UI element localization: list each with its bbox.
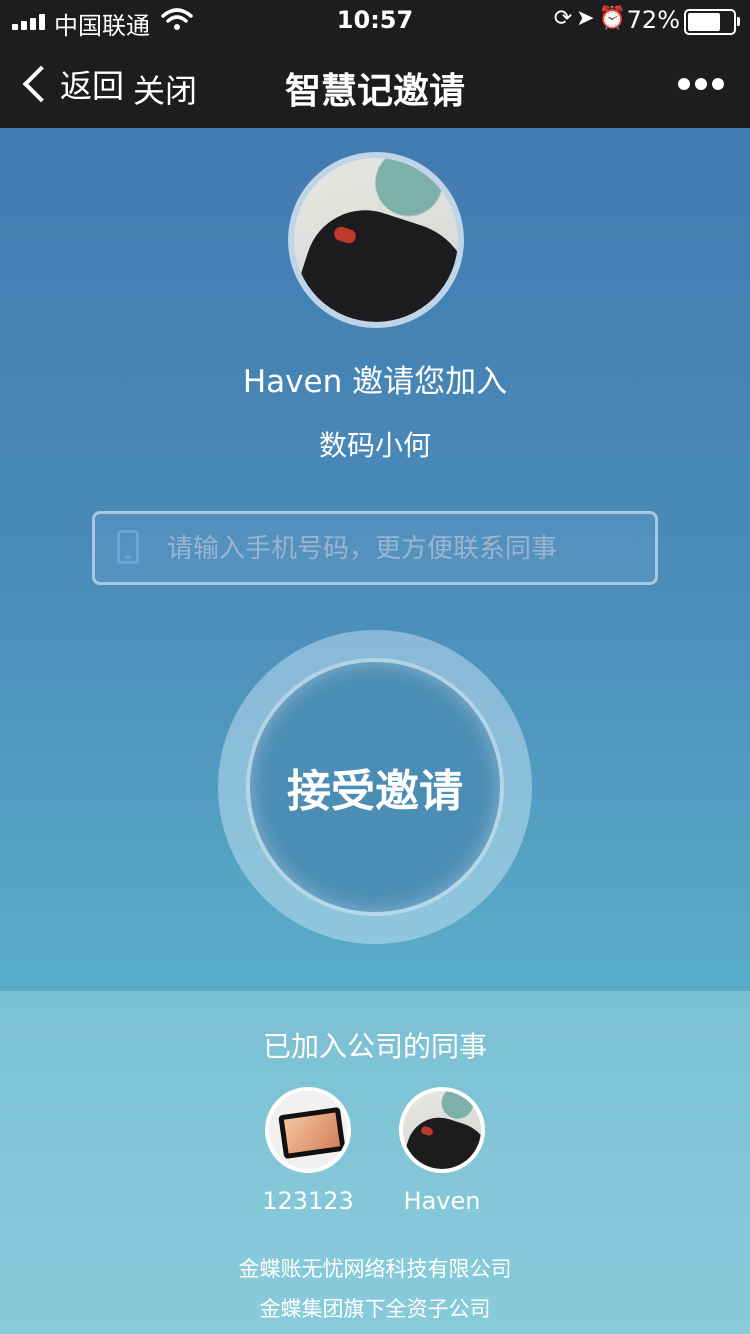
phone-input[interactable]	[165, 514, 649, 584]
avatar-photo	[294, 158, 458, 322]
nav-bar: 返回 关闭 智慧记邀请	[0, 40, 750, 128]
member-name: 123123	[262, 1187, 354, 1215]
accept-invite-button[interactable]: 接受邀请	[250, 662, 500, 912]
status-bar: 中国联通 10:57 ⟳➤⏰ 72%	[0, 0, 750, 40]
close-button[interactable]: 关闭	[133, 66, 197, 112]
footer-company: 金蝶账无忧网络科技有限公司	[238, 1257, 512, 1281]
alarm-icon: ⏰	[598, 6, 630, 31]
company-name: 数码小何	[318, 429, 431, 462]
phone-icon	[117, 530, 139, 564]
inviter-text: Haven 邀请您加入	[242, 364, 508, 400]
footer-subsidiary: 金蝶集团旗下全资子公司	[259, 1297, 491, 1321]
joined-title: 已加入公司的同事	[262, 1030, 487, 1063]
joined-section: 已加入公司的同事 123123 Haven 金蝶账无忧网络科技有限公司 金蝶集团…	[0, 991, 750, 1334]
chevron-left-icon	[22, 65, 60, 103]
avatar	[399, 1087, 485, 1173]
battery-icon	[684, 9, 740, 35]
back-button[interactable]: 返回	[20, 62, 124, 106]
invite-screen: 中国联通 10:57 ⟳➤⏰ 72% 返回 关闭 智慧记邀请 Haven 邀请您…	[0, 0, 750, 1334]
member-item[interactable]: 123123	[238, 1087, 378, 1215]
phone-field[interactable]	[92, 511, 658, 585]
battery-percent: 72%	[626, 6, 680, 34]
back-label: 返回	[60, 67, 125, 105]
location-icon: ➤	[576, 6, 599, 31]
member-name: Haven	[403, 1187, 481, 1215]
inviter-avatar	[288, 152, 464, 328]
avatar	[265, 1087, 351, 1173]
rotation-lock-icon: ⟳	[553, 6, 577, 31]
more-dots-icon[interactable]	[678, 78, 724, 92]
member-item[interactable]: Haven	[372, 1087, 512, 1215]
